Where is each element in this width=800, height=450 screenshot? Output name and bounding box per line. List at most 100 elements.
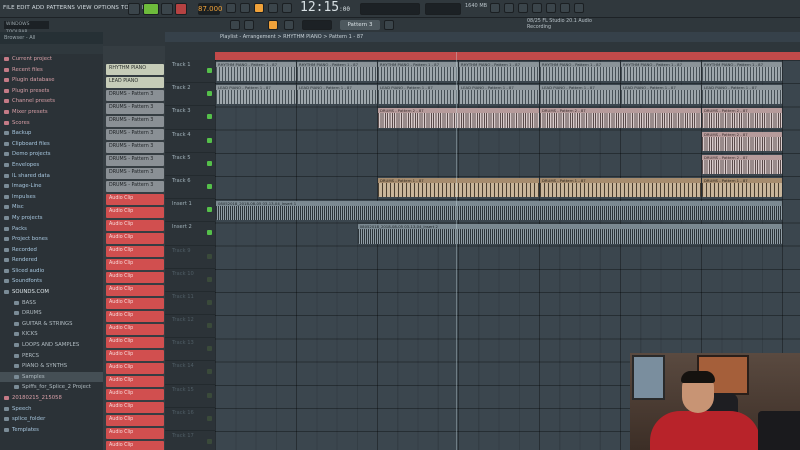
playlist-clip[interactable]: LEAD PIANO - Pattern 1 - 87: [216, 85, 296, 105]
browser-item[interactable]: DRUMS: [0, 308, 103, 319]
channel-button[interactable]: Audio Clip: [106, 363, 164, 374]
browser-item[interactable]: Plugin presets: [0, 86, 103, 97]
channel-button[interactable]: Audio Clip: [106, 259, 164, 270]
track-header[interactable]: Track 1: [165, 60, 215, 84]
track-mute-led[interactable]: [207, 114, 212, 120]
channel-rack-icon[interactable]: [518, 3, 528, 13]
playlist-clip[interactable]: DRUMS - Pattern 2 - 87: [702, 154, 782, 174]
playlist-clip[interactable]: DRUMS - Pattern 1 - 87: [540, 178, 701, 198]
track-header[interactable]: Track 9: [165, 246, 215, 269]
playlist-clip[interactable]: DRUMS - Pattern 1 - 87: [378, 178, 539, 198]
track-mute-led[interactable]: [207, 299, 212, 305]
wait-icon[interactable]: [240, 3, 250, 13]
playlist-clip[interactable]: DRUMS - Pattern 2 - 87: [378, 108, 539, 128]
channel-button[interactable]: Audio Clip: [106, 207, 164, 218]
browser-item[interactable]: GUITAR & STRINGS: [0, 319, 103, 330]
browser-item[interactable]: Samples: [0, 371, 103, 383]
browser-item[interactable]: Soundfonts: [0, 276, 103, 287]
draw-tool-icon[interactable]: [268, 20, 278, 30]
magnet-icon[interactable]: [244, 20, 254, 30]
browser-item[interactable]: BASS: [0, 298, 103, 309]
channel-button[interactable]: LEAD PIANO: [106, 77, 164, 88]
track-header[interactable]: Track 10: [165, 269, 215, 292]
master-volume-slider[interactable]: [360, 3, 420, 15]
browser-item[interactable]: PERCS: [0, 351, 103, 362]
channel-button[interactable]: Audio Clip: [106, 415, 164, 426]
track-header[interactable]: Track 16: [165, 408, 215, 431]
playlist-clip[interactable]: RHYTHM PIANO - Pattern 1 - 87: [378, 62, 458, 82]
track-header[interactable]: Track 11: [165, 292, 215, 316]
browser-item[interactable]: Scores: [0, 118, 103, 129]
browser-item[interactable]: LOOPS AND SAMPLES: [0, 340, 103, 351]
browser-item[interactable]: Packs: [0, 224, 103, 235]
browser-item[interactable]: Templates: [0, 425, 103, 436]
menu-file[interactable]: FILE: [3, 5, 15, 11]
track-mute-led[interactable]: [207, 253, 212, 259]
track-mute-led[interactable]: [207, 137, 212, 143]
channel-button[interactable]: Audio Clip: [106, 441, 164, 450]
browser-item[interactable]: Channel presets: [0, 96, 103, 107]
channel-button[interactable]: Audio Clip: [106, 324, 164, 335]
playlist-clip[interactable]: DRUMS - Pattern 2 - 87: [540, 108, 701, 128]
playlist-clip[interactable]: LEAD PIANO - Pattern 1 - 87: [702, 85, 782, 105]
browser-item[interactable]: Demo projects: [0, 149, 103, 160]
track-header[interactable]: Track 17: [165, 431, 215, 450]
track-header[interactable]: Insert 2: [165, 222, 215, 246]
browser-item[interactable]: Mixer presets: [0, 107, 103, 118]
track-mute-led[interactable]: [207, 207, 212, 213]
paint-tool-icon[interactable]: [284, 20, 294, 30]
browser-item[interactable]: My projects: [0, 213, 103, 224]
browser-item[interactable]: Clipboard files: [0, 139, 103, 150]
playlist-clip[interactable]: RHYTHM PIANO - Pattern 1 - 87: [702, 62, 782, 82]
track-header[interactable]: Track 13: [165, 338, 215, 362]
channel-button[interactable]: Audio Clip: [106, 337, 164, 348]
browser-item[interactable]: Recent files: [0, 65, 103, 76]
channel-button[interactable]: DRUMS - Pattern 3: [106, 103, 164, 114]
playlist-clip[interactable]: RHYTHM PIANO - Pattern 1 - 87: [297, 62, 377, 82]
channel-button[interactable]: Audio Clip: [106, 402, 164, 413]
playhead[interactable]: [456, 52, 457, 450]
channel-button[interactable]: DRUMS - Pattern 3: [106, 129, 164, 140]
play-button[interactable]: [143, 3, 159, 15]
channel-button[interactable]: RHYTHM PIANO: [106, 64, 164, 75]
playlist-clip[interactable]: DRUMS - Pattern 2 - 87: [702, 108, 782, 128]
help-icon[interactable]: [574, 3, 584, 13]
browser-item[interactable]: IL shared data: [0, 171, 103, 182]
playlist-clip[interactable]: RHYTHM PIANO - Pattern 1 - 87: [540, 62, 620, 82]
blend-icon[interactable]: [268, 3, 278, 13]
browser-item[interactable]: splice_folder: [0, 414, 103, 425]
loop-record-icon[interactable]: [282, 3, 292, 13]
browser-item[interactable]: Envelopes: [0, 160, 103, 171]
menu-edit[interactable]: EDIT: [17, 5, 30, 11]
browser-item[interactable]: Recorded: [0, 245, 103, 256]
track-mute-led[interactable]: [207, 91, 212, 97]
channel-button[interactable]: Audio Clip: [106, 298, 164, 309]
playlist-clip[interactable]: LEAD PIANO - Pattern 1 - 87: [621, 85, 701, 105]
playlist-clip[interactable]: RHYTHM PIANO - Pattern 1 - 87: [621, 62, 701, 82]
menu-options[interactable]: OPTIONS: [94, 5, 119, 11]
record-button[interactable]: [175, 3, 187, 15]
playlist-clip[interactable]: LEAD PIANO - Pattern 1 - 87: [378, 85, 458, 105]
track-header[interactable]: Track 3: [165, 106, 215, 130]
browser-item[interactable]: Backup: [0, 128, 103, 139]
playlist-titlebar[interactable]: Playlist - Arrangement > RHYTHM PIANO > …: [165, 32, 800, 42]
browser-item[interactable]: PIANO & SYNTHS: [0, 361, 103, 372]
playlist-clip[interactable]: LEAD PIANO - Pattern 1 - 87: [540, 85, 620, 105]
browser-icon[interactable]: [546, 3, 556, 13]
track-mute-led[interactable]: [207, 369, 212, 375]
track-header[interactable]: Track 6: [165, 176, 215, 200]
channel-button[interactable]: Audio Clip: [106, 389, 164, 400]
playlist-clip[interactable]: 08052018_2018-08-05 03-13-04_Insert 2: [357, 224, 782, 244]
channel-button[interactable]: Audio Clip: [106, 376, 164, 387]
menu-add[interactable]: ADD: [32, 5, 45, 11]
browser-item[interactable]: Spiffs_for_Splice_2 Project: [0, 382, 103, 393]
channel-button[interactable]: Audio Clip: [106, 350, 164, 361]
track-mute-led[interactable]: [207, 415, 212, 421]
channel-button[interactable]: DRUMS - Pattern 3: [106, 90, 164, 101]
add-pattern-icon[interactable]: [384, 20, 394, 30]
track-mute-led[interactable]: [207, 346, 212, 352]
pattern-selector[interactable]: Pattern 3: [340, 20, 380, 30]
channel-button[interactable]: DRUMS - Pattern 3: [106, 168, 164, 179]
browser-item[interactable]: Misc: [0, 202, 103, 213]
timeline-ruler[interactable]: [215, 52, 800, 60]
